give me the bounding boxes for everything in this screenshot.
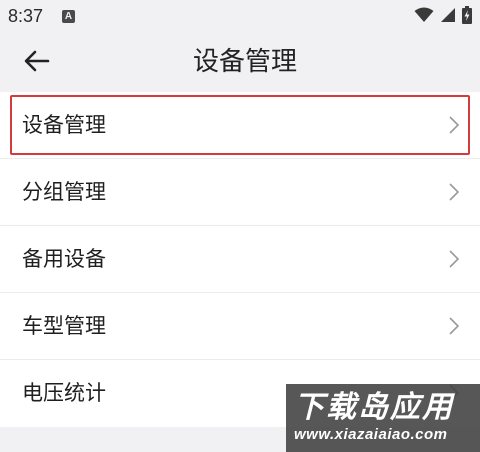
menu-item-group-management[interactable]: 分组管理: [0, 159, 480, 226]
chevron-right-icon: [448, 316, 460, 336]
site-watermark: 下载岛应用 www.xiazaiaiao.com: [286, 384, 480, 452]
page-title: 设备管理: [192, 47, 297, 77]
a-letter-icon: A: [62, 10, 75, 23]
status-bar: 8:37 A: [0, 0, 480, 34]
settings-menu-list: 设备管理 分组管理 备用设备 车型管理 电压统计: [0, 92, 480, 427]
watermark-title: 下载岛应用: [294, 390, 454, 425]
signal-icon: [440, 7, 456, 27]
menu-item-label: 备用设备: [22, 247, 106, 271]
chevron-right-icon: [448, 249, 460, 269]
watermark-url: www.xiazaiaiao.com: [294, 426, 448, 443]
menu-item-spare-devices[interactable]: 备用设备: [0, 226, 480, 293]
menu-item-label: 电压统计: [22, 381, 106, 405]
chevron-right-icon: [448, 115, 460, 135]
app-header: 设备管理: [0, 34, 480, 92]
menu-item-label: 设备管理: [22, 113, 106, 137]
menu-item-label: 车型管理: [22, 314, 106, 338]
status-time: 8:37: [8, 6, 44, 26]
chevron-right-icon: [448, 182, 460, 202]
menu-item-vehicle-model-management[interactable]: 车型管理: [0, 293, 480, 360]
wifi-icon: [414, 7, 434, 27]
menu-item-device-management[interactable]: 设备管理: [0, 92, 480, 159]
menu-item-label: 分组管理: [22, 180, 106, 204]
status-icons: [414, 6, 472, 28]
battery-charging-icon: [462, 6, 472, 28]
